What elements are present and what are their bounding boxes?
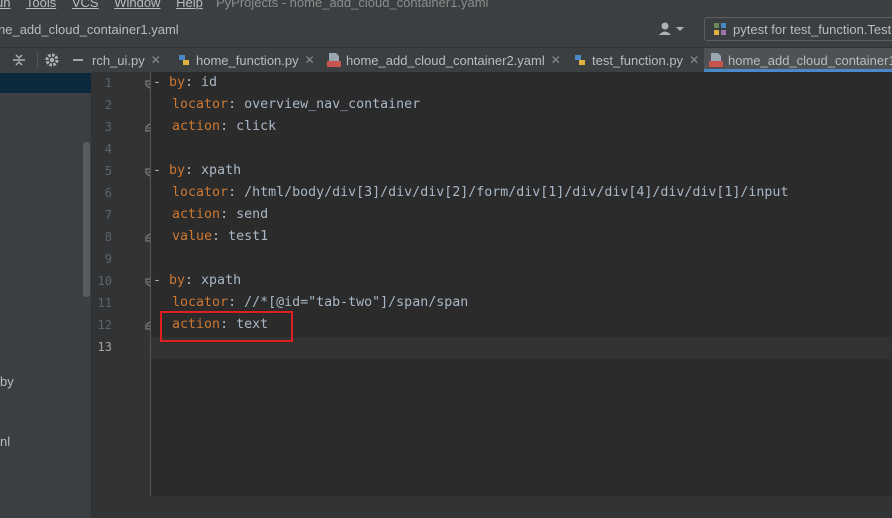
line-number: 3 <box>104 120 112 134</box>
menu-help[interactable]: Help <box>176 0 203 10</box>
menu-run[interactable]: un <box>0 0 10 10</box>
menu-items: un Tools VCS Window Help <box>0 0 215 10</box>
gear-icon[interactable] <box>44 52 60 68</box>
code-line[interactable]: - by: xpath <box>153 273 241 288</box>
python-file-icon <box>572 52 588 68</box>
tab-label: home_add_cloud_container2.yaml <box>346 52 545 68</box>
project-panel: by nl <box>0 72 92 518</box>
code-line[interactable]: value: test1 <box>156 229 268 244</box>
line-number: 7 <box>104 208 112 222</box>
code-line[interactable]: locator: overview_nav_container <box>156 97 420 112</box>
line-number: 10 <box>97 274 112 288</box>
tab-home-add-cloud-container1[interactable]: home_add_cloud_container1 <box>704 48 892 72</box>
close-icon[interactable]: ✕ <box>305 53 315 67</box>
close-icon[interactable]: ✕ <box>689 53 699 67</box>
run-configuration-selector[interactable]: pytest for test_function.Test <box>704 17 892 41</box>
line-number-current: 13 <box>97 340 112 354</box>
line-number: 6 <box>104 186 112 200</box>
breadcrumb[interactable]: ne_add_cloud_container1.yaml <box>0 22 179 37</box>
yaml-file-icon <box>326 52 342 68</box>
window-title: PyProjects - home_add_cloud_container1.y… <box>216 0 489 10</box>
tab-home-add-cloud-container2[interactable]: home_add_cloud_container2.yaml ✕ <box>326 48 567 72</box>
tab-label: home_add_cloud_container1 <box>728 52 892 68</box>
code-line[interactable]: - by: id <box>153 75 217 90</box>
run-configuration-label: pytest for test_function.Test <box>733 22 892 37</box>
tab-label: home_function.py <box>196 52 299 68</box>
toolbar-divider <box>37 52 38 68</box>
code-line[interactable]: action: send <box>156 207 268 222</box>
line-number: 5 <box>104 164 112 178</box>
collapse-all-icon[interactable] <box>11 52 27 68</box>
code-line[interactable]: - by: xpath <box>153 163 241 178</box>
line-number: 9 <box>104 252 112 266</box>
yaml-file-icon <box>708 52 724 68</box>
tab-test-function[interactable]: test_function.py ✕ <box>572 48 705 72</box>
hide-panel-icon[interactable] <box>70 52 86 68</box>
selected-tree-item[interactable] <box>0 73 91 93</box>
tree-item-fragment[interactable]: by <box>0 374 14 389</box>
line-number: 2 <box>104 98 112 112</box>
editor-tab-bar: rch_ui.py ✕ home_function.py ✕ home_add_… <box>0 48 892 73</box>
tab-label: rch_ui.py <box>92 52 145 68</box>
code-line[interactable]: action: click <box>156 119 276 134</box>
code-editor[interactable]: - by: id locator: overview_nav_container… <box>151 72 892 496</box>
code-line[interactable]: locator: //*[@id="tab-two"]/span/span <box>156 295 468 310</box>
line-number: 1 <box>104 76 112 90</box>
tab-label: test_function.py <box>592 52 684 68</box>
line-number: 8 <box>104 230 112 244</box>
editor-bottom-strip <box>92 496 892 518</box>
tab-home-function[interactable]: home_function.py ✕ <box>176 48 321 72</box>
tab-rch-ui[interactable]: rch_ui.py ✕ <box>92 48 167 72</box>
line-number: 11 <box>97 296 112 310</box>
menu-window[interactable]: Window <box>114 0 160 10</box>
tree-item-fragment[interactable]: nl <box>0 434 10 449</box>
menu-vcs[interactable]: VCS <box>72 0 99 10</box>
line-number: 12 <box>97 318 112 332</box>
code-line[interactable]: locator: /html/body/div[3]/div/div[2]/fo… <box>156 185 788 200</box>
editor-gutter: 1 2 3 4 5 6 7 8 9 10 11 12 13 <box>92 72 154 496</box>
navigation-bar: ne_add_cloud_container1.yaml pytest for … <box>0 12 892 48</box>
project-scrollbar[interactable] <box>83 142 90 297</box>
annotation-highlight-box <box>160 311 293 342</box>
menu-bar: un Tools VCS Window Help PyProjects - ho… <box>0 0 892 12</box>
project-toolbar <box>0 48 92 72</box>
pytest-icon <box>713 22 727 36</box>
line-number: 4 <box>104 142 112 156</box>
close-icon[interactable]: ✕ <box>551 53 561 67</box>
menu-tools[interactable]: Tools <box>26 0 56 10</box>
close-icon[interactable]: ✕ <box>151 53 161 67</box>
user-icon[interactable] <box>658 20 688 38</box>
python-file-icon <box>176 52 192 68</box>
